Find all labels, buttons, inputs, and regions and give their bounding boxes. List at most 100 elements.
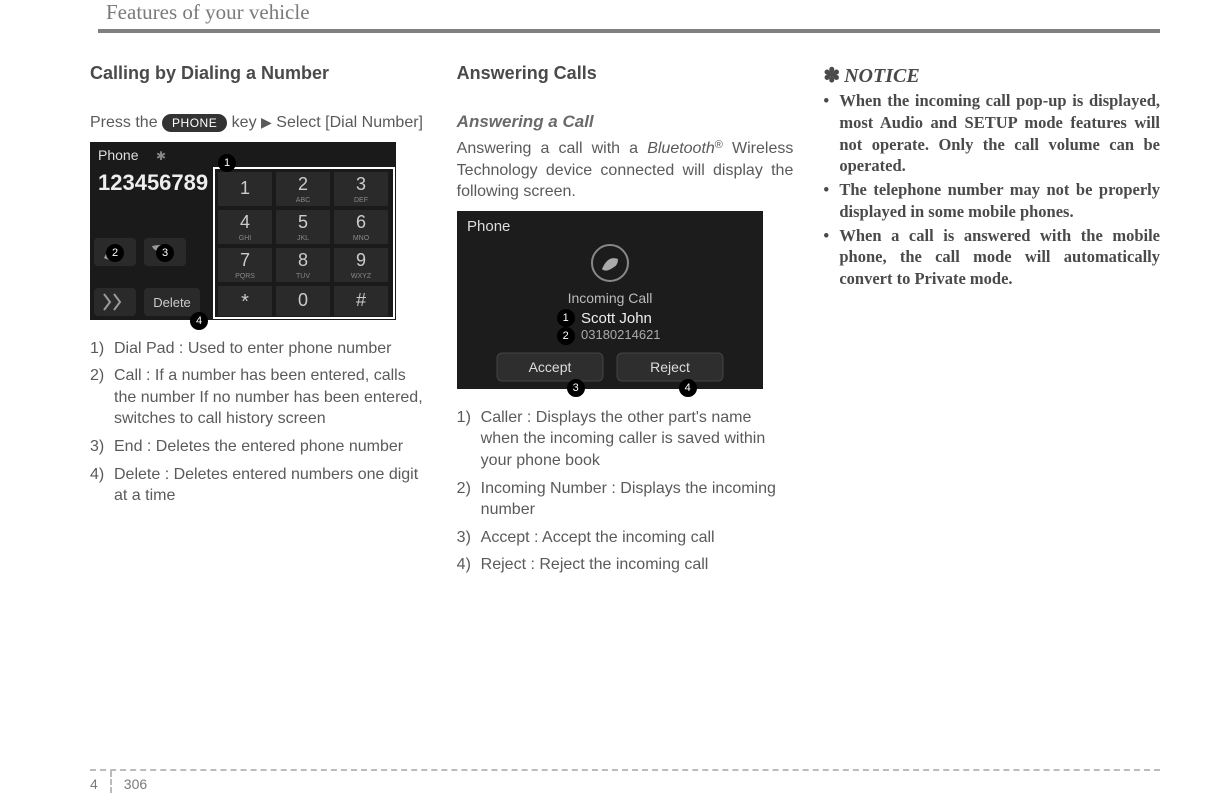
list-item: 1) Dial Pad : Used to enter phone number xyxy=(90,338,427,360)
list-num: 1) xyxy=(457,407,481,472)
svg-text:2: 2 xyxy=(298,174,308,194)
content-columns: Calling by Dialing a Number Press the PH… xyxy=(90,63,1160,582)
col1-intro-post: key xyxy=(232,114,257,131)
svg-text:8: 8 xyxy=(298,250,308,270)
col2-heading: Answering Calls xyxy=(457,63,794,84)
page-footer: 4 306 xyxy=(90,769,1160,793)
list-text: Call : If a number has been entered, cal… xyxy=(114,365,427,430)
notice-heading: ✽NOTICE xyxy=(823,63,1160,88)
dial-screenshot: Phone ✱ 1 2 3 4 5 6 7 8 9 Delete xyxy=(90,142,396,320)
callout-1: 1 xyxy=(557,309,575,327)
col2-subheading: Answering a Call xyxy=(457,112,794,132)
svg-text:9: 9 xyxy=(356,250,366,270)
svg-text:GHI: GHI xyxy=(239,235,252,242)
dial-figure: Phone ✱ 1 2 3 4 5 6 7 8 9 Delete xyxy=(90,142,396,320)
list-item: 4) Delete : Deletes entered numbers one … xyxy=(90,464,427,507)
list-text: End : Deletes the entered phone number xyxy=(114,436,427,458)
svg-text:0: 0 xyxy=(298,290,308,310)
footer-separator xyxy=(110,771,112,793)
svg-text:5: 5 xyxy=(298,212,308,232)
notice-title-text: NOTICE xyxy=(844,65,920,87)
svg-text:PQRS: PQRS xyxy=(235,273,255,280)
triangle-icon: ▶ xyxy=(261,114,272,130)
callout-4: 4 xyxy=(190,312,208,330)
col1-intro: Press the PHONE key ▶ Select [Dial Numbe… xyxy=(90,112,427,134)
list-item: 3) Accept : Accept the incoming call xyxy=(457,527,794,549)
list-text: Accept : Accept the incoming call xyxy=(481,527,794,549)
bullet-icon: • xyxy=(823,179,839,223)
column-3: ✽NOTICE • When the incoming call pop-up … xyxy=(823,63,1160,582)
svg-text:Reject: Reject xyxy=(650,359,690,375)
svg-text:1: 1 xyxy=(240,178,250,198)
list-num: 4) xyxy=(457,554,481,576)
list-num: 2) xyxy=(90,365,114,430)
list-text: Delete : Deletes entered numbers one dig… xyxy=(114,464,427,507)
col2-intro-a: Answering a call with a xyxy=(457,140,648,157)
phone-key-icon: PHONE xyxy=(162,114,227,132)
col1-list: 1) Dial Pad : Used to enter phone number… xyxy=(90,338,427,507)
list-num: 3) xyxy=(457,527,481,549)
svg-text:6: 6 xyxy=(356,212,366,232)
column-2: Answering Calls Answering a Call Answeri… xyxy=(457,63,794,582)
svg-text:✱: ✱ xyxy=(156,149,166,163)
bullet-icon: • xyxy=(823,225,839,290)
list-item: 2) Call : If a number has been entered, … xyxy=(90,365,427,430)
callout-1: 1 xyxy=(218,154,236,172)
notice-text: When a call is answered with the mobile … xyxy=(839,225,1160,290)
list-num: 1) xyxy=(90,338,114,360)
footer-chapter: 4 xyxy=(90,776,98,792)
svg-text:Incoming Call: Incoming Call xyxy=(567,290,652,306)
bullet-icon: • xyxy=(823,90,839,177)
list-item: 2) Incoming Number : Displays the incomi… xyxy=(457,478,794,521)
list-text: Dial Pad : Used to enter phone number xyxy=(114,338,427,360)
list-item: 3) End : Deletes the entered phone numbe… xyxy=(90,436,427,458)
svg-text:Scott John: Scott John xyxy=(581,310,652,327)
notice-item: • The telephone number may not be proper… xyxy=(823,179,1160,223)
list-num: 3) xyxy=(90,436,114,458)
notice-item: • When the incoming call pop-up is displ… xyxy=(823,90,1160,177)
svg-text:JKL: JKL xyxy=(297,235,309,242)
svg-text:Delete: Delete xyxy=(153,295,191,310)
svg-text:*: * xyxy=(241,291,249,313)
col1-heading: Calling by Dialing a Number xyxy=(90,63,427,84)
list-item: 4) Reject : Reject the incoming call xyxy=(457,554,794,576)
svg-text:Phone: Phone xyxy=(467,218,510,235)
list-num: 4) xyxy=(90,464,114,507)
callout-2: 2 xyxy=(557,327,575,345)
list-text: Reject : Reject the incoming call xyxy=(481,554,794,576)
notice-text: When the incoming call pop-up is display… xyxy=(839,90,1160,177)
list-text: Caller : Displays the other part's name … xyxy=(481,407,794,472)
callout-4: 4 xyxy=(679,379,697,397)
bluetooth-word: Bluetooth xyxy=(647,140,715,157)
notice-text: The telephone number may not be properly… xyxy=(839,179,1160,223)
notice-list: • When the incoming call pop-up is displ… xyxy=(823,90,1160,290)
svg-text:ABC: ABC xyxy=(296,197,310,204)
page-header: Features of your vehicle xyxy=(98,0,1160,33)
svg-text:WXYZ: WXYZ xyxy=(351,273,372,280)
list-num: 2) xyxy=(457,478,481,521)
callout-3: 3 xyxy=(156,244,174,262)
svg-text:4: 4 xyxy=(240,212,250,232)
svg-text:7: 7 xyxy=(240,250,250,270)
svg-text:Accept: Accept xyxy=(528,359,571,375)
column-1: Calling by Dialing a Number Press the PH… xyxy=(90,63,427,582)
notice-item: • When a call is answered with the mobil… xyxy=(823,225,1160,290)
svg-text:TUV: TUV xyxy=(296,273,310,280)
notice-symbol-icon: ✽ xyxy=(823,65,840,87)
col1-intro-pre: Press the xyxy=(90,114,162,131)
svg-text:MNO: MNO xyxy=(353,235,370,242)
callout-3: 3 xyxy=(567,379,585,397)
svg-text:03180214621: 03180214621 xyxy=(581,327,661,342)
svg-text:Phone: Phone xyxy=(98,147,139,163)
reg-mark: ® xyxy=(715,139,723,151)
col1-intro-end: Select [Dial Number] xyxy=(276,114,423,131)
svg-text:DEF: DEF xyxy=(354,197,368,204)
footer-page: 306 xyxy=(124,776,147,792)
svg-text:#: # xyxy=(356,290,366,310)
svg-text:3: 3 xyxy=(356,174,366,194)
col2-intro: Answering a call with a Bluetooth® Wirel… xyxy=(457,138,794,203)
list-text: Incoming Number : Displays the incoming … xyxy=(481,478,794,521)
callout-2: 2 xyxy=(106,244,124,262)
incoming-figure: Phone Incoming Call Scott John 031802146… xyxy=(457,211,763,389)
incoming-screenshot: Phone Incoming Call Scott John 031802146… xyxy=(457,211,763,389)
